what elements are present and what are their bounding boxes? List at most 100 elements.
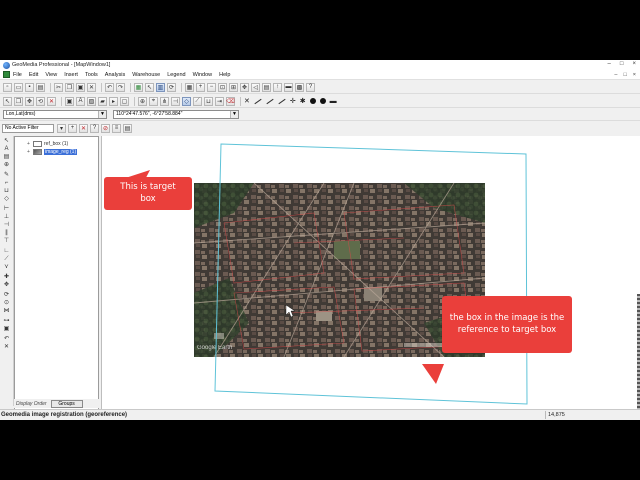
parallel-tool-icon[interactable]: ∥ (2, 230, 11, 237)
print-icon[interactable]: ▤ (36, 82, 45, 92)
filter-icon[interactable]: ▾ (57, 123, 66, 133)
delete-feature-icon[interactable]: ✕ (47, 96, 56, 106)
zoom-out-icon[interactable]: − (207, 82, 216, 92)
trim-icon[interactable]: ⊣ (171, 96, 180, 106)
offset-tool-icon[interactable]: ⊣ (2, 222, 11, 229)
snap-point-icon[interactable]: ✱ (300, 97, 306, 105)
cut-icon[interactable]: ✂ (54, 82, 63, 92)
digitize-icon[interactable]: ✎ (2, 172, 11, 179)
doc-restore-button[interactable]: □ (623, 72, 626, 78)
line-style-icon[interactable]: ▬ (330, 98, 337, 105)
mirror-tool-icon[interactable]: ⋈ (2, 308, 11, 315)
measure-tool-icon[interactable]: ⊤ (2, 238, 11, 245)
help-icon[interactable]: ? (306, 82, 315, 92)
snap-tool-icon[interactable]: ∟ (2, 248, 11, 255)
edit-geometry-icon[interactable]: ◇ (182, 96, 191, 106)
layer-icon[interactable]: ▦ (134, 82, 143, 92)
legend-entry-ref-box[interactable]: + ref_box (1) (27, 141, 68, 147)
chevron-down-icon[interactable]: ▼ (230, 110, 238, 118)
filled-circle-icon[interactable] (319, 98, 326, 104)
close-button[interactable]: × (632, 61, 636, 67)
move-point-icon[interactable]: ✥ (2, 282, 11, 289)
insert-feature-icon[interactable]: ▣ (65, 96, 74, 106)
scale-tool-icon[interactable]: ⊙ (2, 300, 11, 307)
zoom-in-icon[interactable]: + (196, 82, 205, 92)
filter-add-icon[interactable]: + (68, 123, 77, 133)
spatial-filter-icon[interactable]: ⊔ (2, 188, 11, 195)
point-tool-x-icon[interactable]: ✕ (244, 97, 250, 105)
menu-tools[interactable]: Tools (85, 72, 98, 78)
filled-point-icon[interactable] (309, 98, 316, 104)
rotate-icon[interactable]: ⟲ (36, 96, 45, 106)
polyline-tool-icon[interactable] (266, 98, 274, 104)
map-icon[interactable]: ▦ (185, 82, 194, 92)
coordinate-input[interactable]: 110°24'47.576", -6°27'58.884" ▼ (113, 109, 239, 119)
smart-snap-icon[interactable]: ⌖ (149, 96, 158, 106)
legend-entry-image-reg[interactable]: + image_reg (1) (27, 149, 78, 155)
vertex-edit-icon[interactable]: ⌐ (2, 180, 11, 187)
new-icon[interactable]: ▫ (3, 82, 12, 92)
filter-options-icon[interactable]: ▤ (123, 123, 132, 133)
previous-view-icon[interactable]: ◁ (251, 82, 260, 92)
vertex-tool-icon[interactable]: ✛ (290, 97, 296, 105)
align-tool-icon[interactable]: ⊥ (2, 214, 11, 221)
menu-view[interactable]: View (45, 72, 57, 78)
zoom-tool-icon[interactable]: ⊕ (2, 162, 11, 169)
properties-icon[interactable]: ▥ (156, 82, 165, 92)
extend-icon[interactable]: ⇥ (215, 96, 224, 106)
minimize-button[interactable]: – (608, 61, 611, 67)
add-point-icon[interactable]: ✚ (2, 274, 11, 281)
menu-file[interactable]: File (13, 72, 22, 78)
polygon-tool-icon[interactable]: ◇ (2, 196, 11, 203)
extend-tool-icon[interactable]: ⊢ (2, 206, 11, 213)
fence-icon[interactable]: ▢ (120, 96, 129, 106)
text-tool-icon[interactable]: A (2, 146, 11, 153)
select-tool-icon[interactable]: ↖ (3, 96, 12, 106)
split-icon[interactable]: ⟋ (193, 96, 202, 106)
menu-edit[interactable]: Edit (29, 72, 38, 78)
pan-icon[interactable]: ✥ (240, 82, 249, 92)
merge-icon[interactable]: ⊔ (204, 96, 213, 106)
fit-all-icon[interactable]: ⊞ (229, 82, 238, 92)
insert-text-icon[interactable]: A (76, 96, 85, 106)
display-order-tab[interactable]: Display Order (16, 401, 47, 407)
break-tool-icon[interactable]: ⋎ (2, 264, 11, 271)
paste-icon[interactable]: ▣ (76, 82, 85, 92)
scale-bar-icon[interactable]: ▬ (284, 82, 293, 92)
filter-remove-icon[interactable]: ✕ (79, 123, 88, 133)
label-tool-icon[interactable]: ▤ (2, 154, 11, 161)
insert-image-icon[interactable]: ▨ (87, 96, 96, 106)
north-arrow-icon[interactable]: ↑ (273, 82, 282, 92)
doc-minimize-button[interactable]: – (614, 72, 617, 78)
filter-clear-icon[interactable]: ⊘ (101, 123, 110, 133)
delete-icon[interactable]: ✕ (87, 82, 96, 92)
placement-icon[interactable]: ⊕ (138, 96, 147, 106)
continue-icon[interactable]: ▸ (109, 96, 118, 106)
copy-icon[interactable]: ❐ (65, 82, 74, 92)
groups-tab[interactable]: Groups (50, 399, 83, 408)
select-icon[interactable]: ↖ (145, 82, 154, 92)
active-filter-field[interactable]: No Active Filter (2, 123, 54, 133)
menu-warehouse[interactable]: Warehouse (132, 72, 160, 78)
menu-analysis[interactable]: Analysis (105, 72, 125, 78)
chevron-down-icon[interactable]: ▼ (98, 110, 106, 118)
rotate-tool-icon[interactable]: ⟳ (2, 292, 11, 299)
data-window-icon[interactable]: ▩ (295, 82, 304, 92)
open-icon[interactable]: ▭ (14, 82, 23, 92)
redo-icon[interactable]: ↷ (116, 82, 125, 92)
zoom-window-icon[interactable]: ⊡ (218, 82, 227, 92)
coordinate-system-select[interactable]: Lon,Lat(dms) ▼ (3, 109, 107, 119)
link-tool-icon[interactable]: ⊶ (2, 318, 11, 325)
menu-legend[interactable]: Legend (167, 72, 185, 78)
undo-icon[interactable]: ↶ (105, 82, 114, 92)
save-icon[interactable]: ▪ (25, 82, 34, 92)
trim-tool-icon[interactable]: ⟋ (2, 256, 11, 263)
menu-window[interactable]: Window (193, 72, 213, 78)
filter-query-icon[interactable]: ? (90, 123, 99, 133)
map-window[interactable]: Google Earth ⬆ This is target box the bo… (101, 136, 640, 410)
menu-insert[interactable]: Insert (64, 72, 78, 78)
arc-tool-icon[interactable] (278, 98, 286, 104)
pointer-icon[interactable]: ↖ (2, 138, 11, 145)
erase-icon[interactable]: ⌫ (226, 96, 235, 106)
break-icon[interactable]: ⋔ (160, 96, 169, 106)
